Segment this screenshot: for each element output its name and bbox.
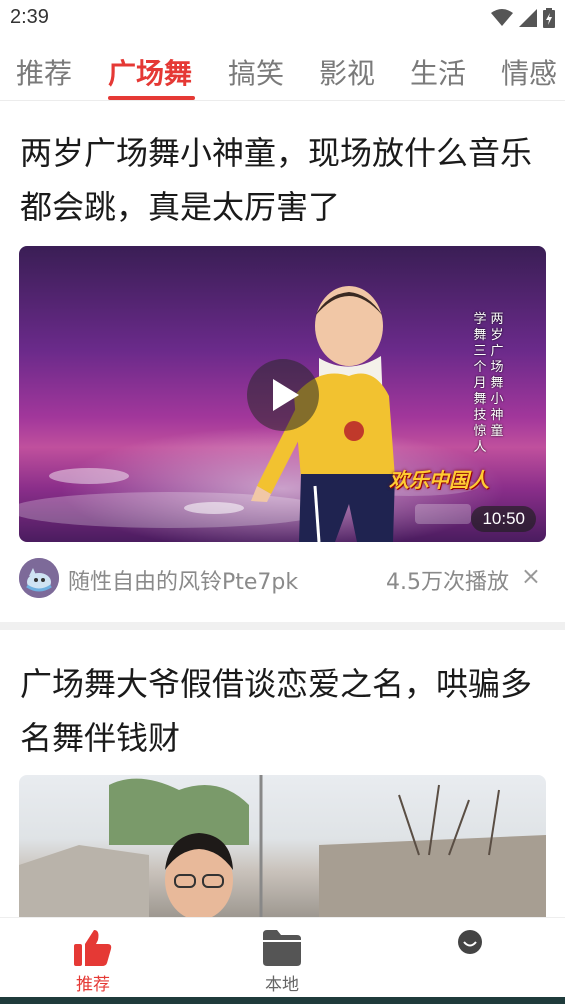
avatar-image (19, 558, 59, 598)
video-title[interactable]: 两岁广场舞小神童，现场放什么音乐都会跳，真是太厉害了 (20, 126, 550, 234)
video-feed[interactable]: 两岁广场舞小神童，现场放什么音乐都会跳，真是太厉害了 两岁广场舞小神童 学舞三个… (0, 101, 565, 917)
outdoor-scene-image (19, 775, 546, 917)
card-separator (0, 622, 565, 630)
tab-life[interactable]: 生活 (410, 52, 466, 92)
tab-emotion[interactable]: 情感 (501, 52, 557, 92)
dismiss-button[interactable]: × (521, 562, 541, 590)
category-tabs: 推荐 广场舞 搞笑 影视 生活 情感 (0, 44, 565, 100)
video-thumbnail[interactable] (19, 775, 546, 917)
show-logo: 欢乐中国人 (389, 468, 489, 492)
video-card[interactable]: 广场舞大爷假借谈恋爱之名，哄骗多名舞伴钱财 (0, 630, 565, 917)
video-title[interactable]: 广场舞大爷假借谈恋爱之名，哄骗多名舞伴钱财 (20, 657, 550, 765)
tab-square-dance[interactable]: 广场舞 (108, 52, 192, 92)
status-icons (491, 8, 555, 28)
status-time: 2:39 (10, 6, 49, 28)
tab-recommend[interactable]: 推荐 (16, 52, 72, 92)
system-nav-bar (0, 997, 565, 1004)
nav-local[interactable]: 本地 (222, 918, 342, 998)
nav-recommend-label: 推荐 (76, 975, 110, 995)
play-icon (273, 379, 299, 411)
video-meta: 随性自由的风铃Pte7pk 4.5万次播放 × (0, 556, 565, 600)
bottom-nav: 推荐 本地 (0, 917, 565, 997)
nav-profile[interactable] (410, 918, 530, 998)
video-thumbnail[interactable]: 两岁广场舞小神童 学舞三个月舞技惊人 欢乐中国人 10:50 (19, 246, 546, 542)
thumbs-up-icon (74, 930, 112, 966)
nav-recommend[interactable]: 推荐 (33, 918, 153, 998)
video-duration: 10:50 (471, 506, 536, 532)
signal-icon (519, 9, 537, 27)
play-count: 4.5万次播放 (386, 570, 509, 595)
play-button[interactable] (247, 359, 319, 431)
author-avatar[interactable] (19, 558, 59, 598)
thumbnail-caption-right: 两岁广场舞小神童 (490, 312, 504, 439)
tab-funny[interactable]: 搞笑 (228, 52, 284, 92)
video-card[interactable]: 两岁广场舞小神童，现场放什么音乐都会跳，真是太厉害了 两岁广场舞小神童 学舞三个… (0, 101, 565, 622)
smiley-icon (458, 930, 482, 954)
nav-local-label: 本地 (265, 975, 299, 995)
channel-logo (415, 504, 471, 524)
author-name[interactable]: 随性自由的风铃Pte7pk (68, 564, 298, 596)
tab-film[interactable]: 影视 (319, 52, 375, 92)
battery-icon (543, 8, 555, 28)
folder-icon (263, 930, 301, 966)
thumbnail-caption-left: 学舞三个月舞技惊人 (473, 312, 487, 455)
wifi-icon (491, 9, 513, 26)
status-bar: 2:39 (0, 0, 565, 38)
